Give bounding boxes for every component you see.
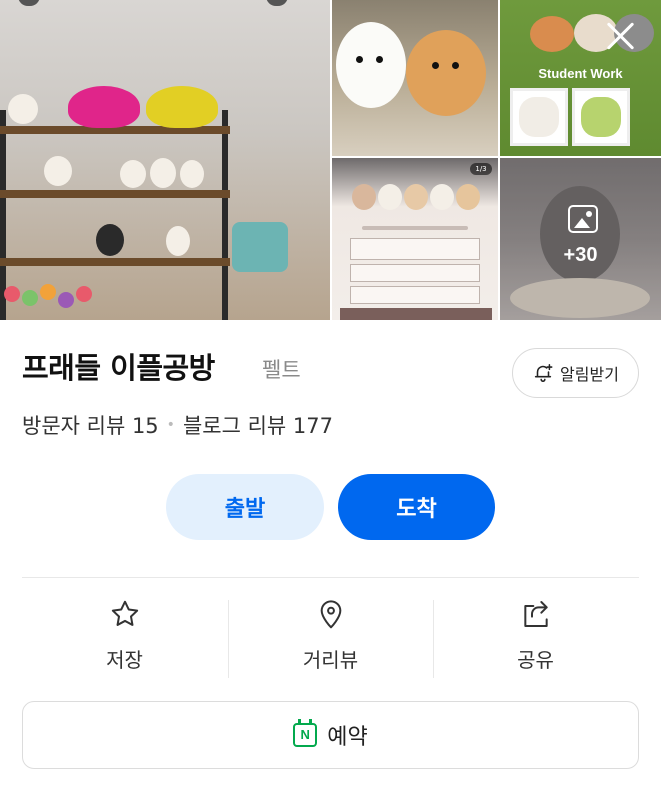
felt-dog: [120, 160, 146, 188]
shelf-board: [0, 190, 230, 198]
felt-ball: [22, 290, 38, 306]
review-summary: 방문자 리뷰 15 • 블로그 리뷰 177: [22, 410, 333, 440]
felt-dog: [180, 160, 204, 188]
reserve-button[interactable]: N 예약: [22, 701, 639, 769]
depart-button[interactable]: 출발: [166, 474, 324, 540]
gallery-photo-dogs[interactable]: [332, 0, 498, 156]
student-work-frame: [510, 88, 568, 146]
gallery-photo-flyer[interactable]: [332, 158, 498, 320]
visitor-review-link[interactable]: 방문자 리뷰 15: [22, 410, 159, 440]
white-pomeranian: [336, 22, 406, 108]
street-view-label: 거리뷰: [302, 648, 359, 672]
gallery-main-photo[interactable]: [0, 0, 330, 320]
student-work-frame: [572, 88, 630, 146]
page-indicator: 1/3: [470, 163, 492, 175]
image-icon: [568, 205, 598, 233]
reserve-label: 예약: [327, 725, 368, 750]
flyer-footer: [340, 308, 492, 320]
student-work-label: Student Work: [538, 66, 623, 81]
separator-dot: •: [166, 417, 175, 433]
shelf-board: [0, 258, 230, 266]
divider: [22, 577, 639, 578]
more-photos-count: +30: [563, 244, 598, 266]
felt-bowl-yellow: [146, 86, 218, 128]
felt-ball: [76, 286, 92, 302]
felt-dog: [96, 224, 124, 256]
felt-dog: [150, 158, 176, 188]
alarm-button[interactable]: 알림받기: [512, 348, 639, 398]
star-icon: [111, 600, 138, 626]
felt-ball: [40, 284, 56, 300]
felt-dog: [8, 94, 38, 124]
place-name: 프래들 이플공방: [22, 351, 215, 385]
felt-ball: [4, 286, 20, 302]
arrive-button[interactable]: 도착: [338, 474, 495, 540]
felt-bowl-pink: [68, 86, 140, 128]
place-category: 펠트: [262, 358, 301, 382]
mini-oven: [232, 222, 288, 272]
photo-gallery[interactable]: Student Work 1/3 +30: [0, 0, 661, 320]
close-icon[interactable]: [604, 20, 636, 52]
bell-plus-icon: [534, 363, 553, 383]
save-label: 저장: [106, 648, 143, 672]
felt-dog: [166, 226, 190, 256]
shelf-post: [222, 110, 228, 320]
more-photos-overlay[interactable]: [500, 158, 661, 320]
save-button[interactable]: 저장: [22, 598, 227, 680]
felt-dog: [44, 156, 72, 186]
orange-pomeranian: [406, 30, 486, 116]
ceiling-lamp: [18, 0, 40, 6]
share-button[interactable]: 공유: [433, 598, 638, 680]
felt-cat: [530, 16, 574, 52]
share-icon: [523, 601, 548, 627]
alarm-label: 알림받기: [560, 365, 619, 384]
felt-ball: [58, 292, 74, 308]
blog-review-link[interactable]: 블로그 리뷰 177: [183, 410, 333, 440]
naver-calendar-icon: N: [293, 719, 318, 747]
ceiling-lamp: [266, 0, 288, 6]
location-pin-icon: [320, 600, 341, 629]
share-label: 공유: [517, 648, 554, 672]
street-view-button[interactable]: 거리뷰: [228, 598, 433, 680]
